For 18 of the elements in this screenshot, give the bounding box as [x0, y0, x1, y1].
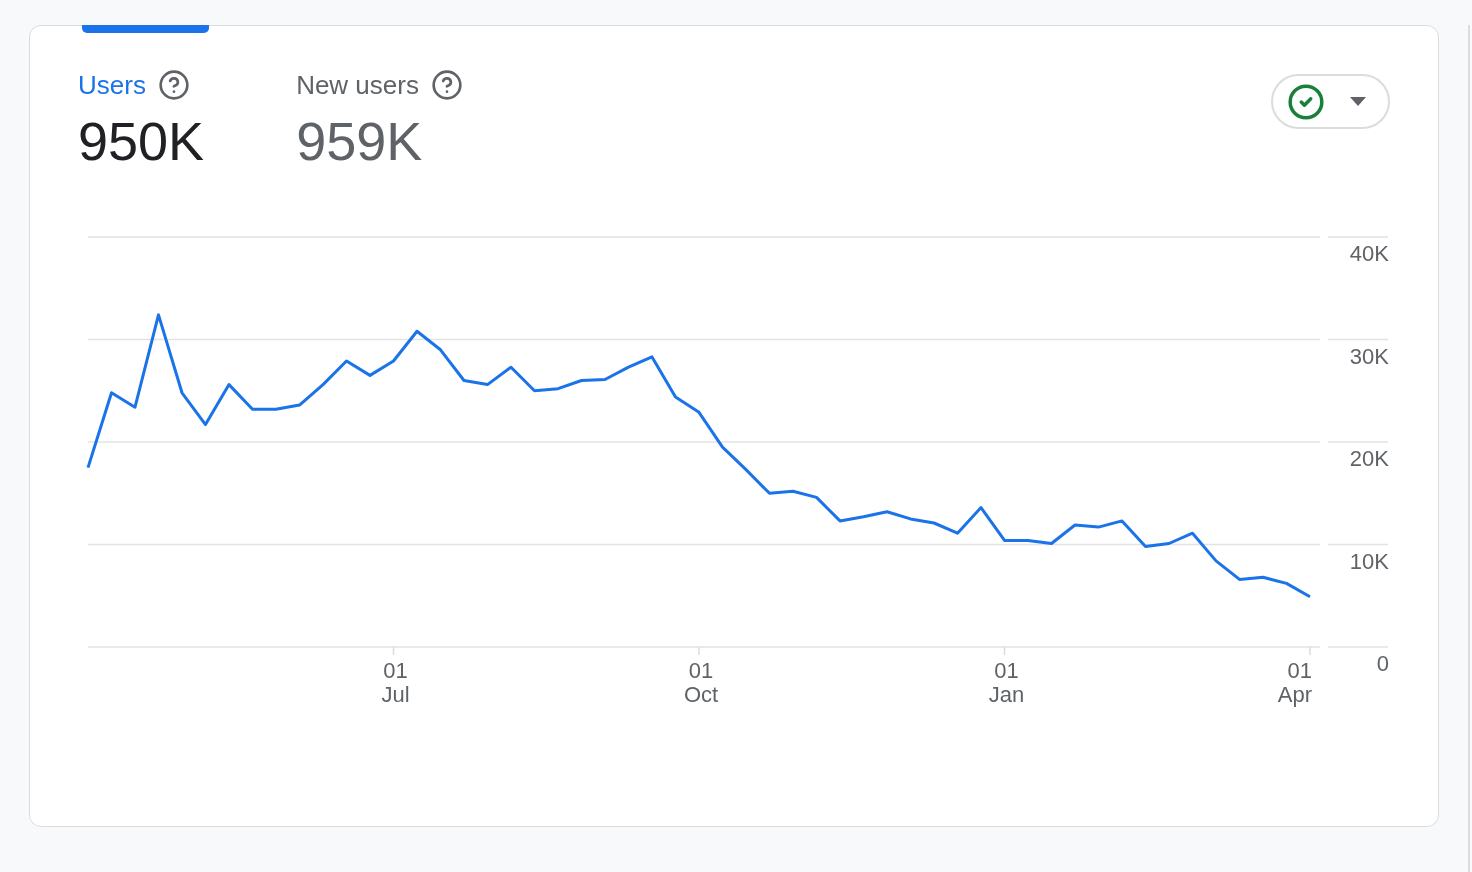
x-axis-label: 01 Apr — [1277, 658, 1312, 707]
y-axis-label: 30K — [1349, 343, 1389, 369]
metric-tab[interactable]: New users — [296, 69, 419, 101]
y-axis-label: 10K — [1349, 548, 1389, 574]
y-axis-label: 20K — [1349, 446, 1389, 471]
help-icon[interactable] — [157, 69, 190, 101]
x-axis-label: 01 Oct — [683, 658, 719, 707]
y-axis-label: 0 — [1376, 651, 1389, 676]
metric-tab[interactable]: Users — [78, 69, 146, 101]
help-icon[interactable] — [430, 69, 463, 101]
x-axis-label: 01 Jan — [988, 658, 1025, 707]
metric-value: 950K — [78, 110, 205, 172]
caret-icon — [1350, 97, 1366, 106]
status-dropdown[interactable] — [1271, 74, 1390, 129]
metric-value: 959K — [296, 110, 424, 172]
x-axis-label: 01 Jul — [381, 658, 410, 707]
y-axis-label: 40K — [1349, 241, 1389, 266]
check-circle-icon — [1287, 82, 1325, 121]
